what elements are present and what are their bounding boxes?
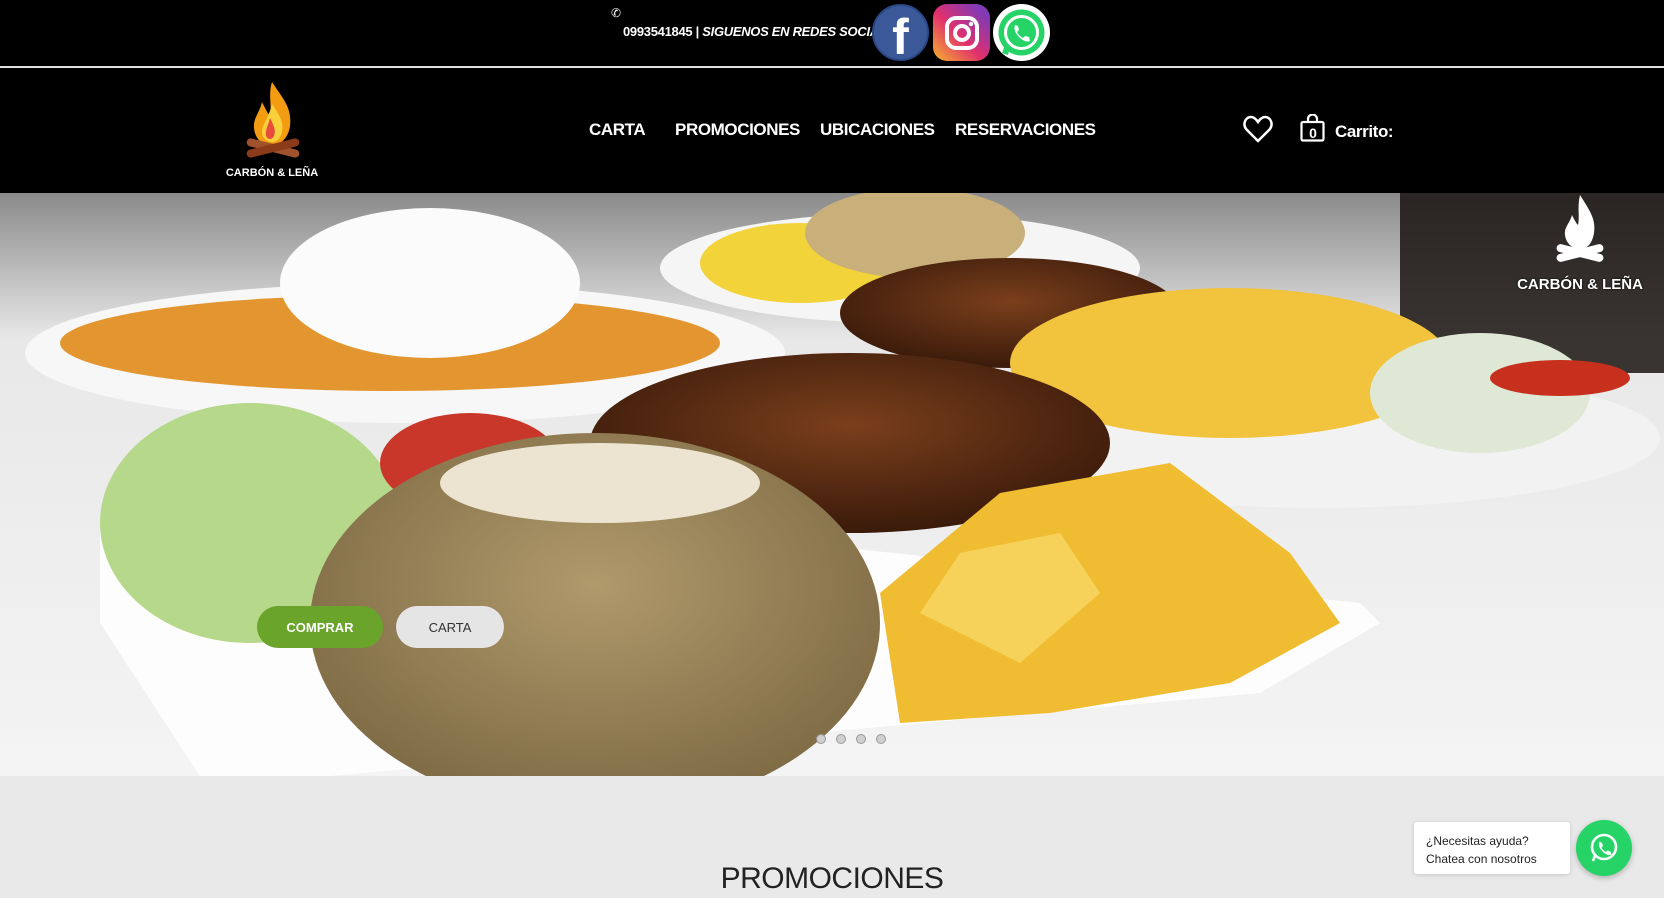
nav-carta[interactable]: CARTA <box>589 120 646 140</box>
whatsapp-icon <box>1590 833 1618 862</box>
hero-watermark-text: CARBÓN & LEÑA <box>1517 276 1643 293</box>
cart-label[interactable]: Carrito: <box>1335 122 1394 142</box>
heart-icon[interactable] <box>1243 115 1273 143</box>
facebook-icon[interactable]: f <box>872 4 929 62</box>
nav-ubicaciones[interactable]: UBICACIONES <box>820 120 935 140</box>
slider-dot[interactable] <box>876 734 886 744</box>
nav-promociones[interactable]: PROMOCIONES <box>675 120 800 140</box>
slider-dot[interactable] <box>836 734 846 744</box>
contact-text: 0993541845 | SIGUENOS EN REDES SOCIALES … <box>623 24 910 39</box>
chat-help-box[interactable]: ¿Necesitas ayuda? Chatea con nosotros <box>1414 822 1570 874</box>
menu-button[interactable]: CARTA <box>396 606 504 648</box>
whatsapp-chat-button[interactable] <box>1576 820 1632 876</box>
instagram-icon[interactable] <box>933 4 990 61</box>
brand-name: CARBÓN & LEÑA <box>225 167 319 179</box>
slider-dots <box>816 734 886 744</box>
slider-dot[interactable] <box>816 734 826 744</box>
hero-food-image <box>0 193 1664 776</box>
help-line-1: ¿Necesitas ayuda? <box>1426 834 1529 848</box>
help-line-2: Chatea con nosotros <box>1426 852 1537 866</box>
flame-logo-icon <box>246 82 300 158</box>
slider-dot[interactable] <box>856 734 866 744</box>
brand-logo[interactable]: CARBÓN & LEÑA <box>222 78 322 183</box>
hero-slider: CARBÓN & LEÑA COMPRAR CARTA <box>0 193 1664 776</box>
nav-reservaciones[interactable]: RESERVACIONES <box>955 120 1096 140</box>
cart-count: 0 <box>1309 125 1317 141</box>
whatsapp-icon[interactable] <box>993 4 1050 61</box>
buy-button[interactable]: COMPRAR <box>257 606 383 648</box>
main-navbar: CARBÓN & LEÑA CARTA PROMOCIONES UBICACIO… <box>0 68 1664 193</box>
top-bar: ✆ 0993541845 | SIGUENOS EN REDES SOCIALE… <box>0 0 1664 67</box>
phone-number[interactable]: 0993541845 | <box>623 24 699 39</box>
flame-logo-icon <box>1556 195 1604 262</box>
phone-icon: ✆ <box>611 6 622 20</box>
hero-watermark: CARBÓN & LEÑA <box>1510 193 1650 293</box>
